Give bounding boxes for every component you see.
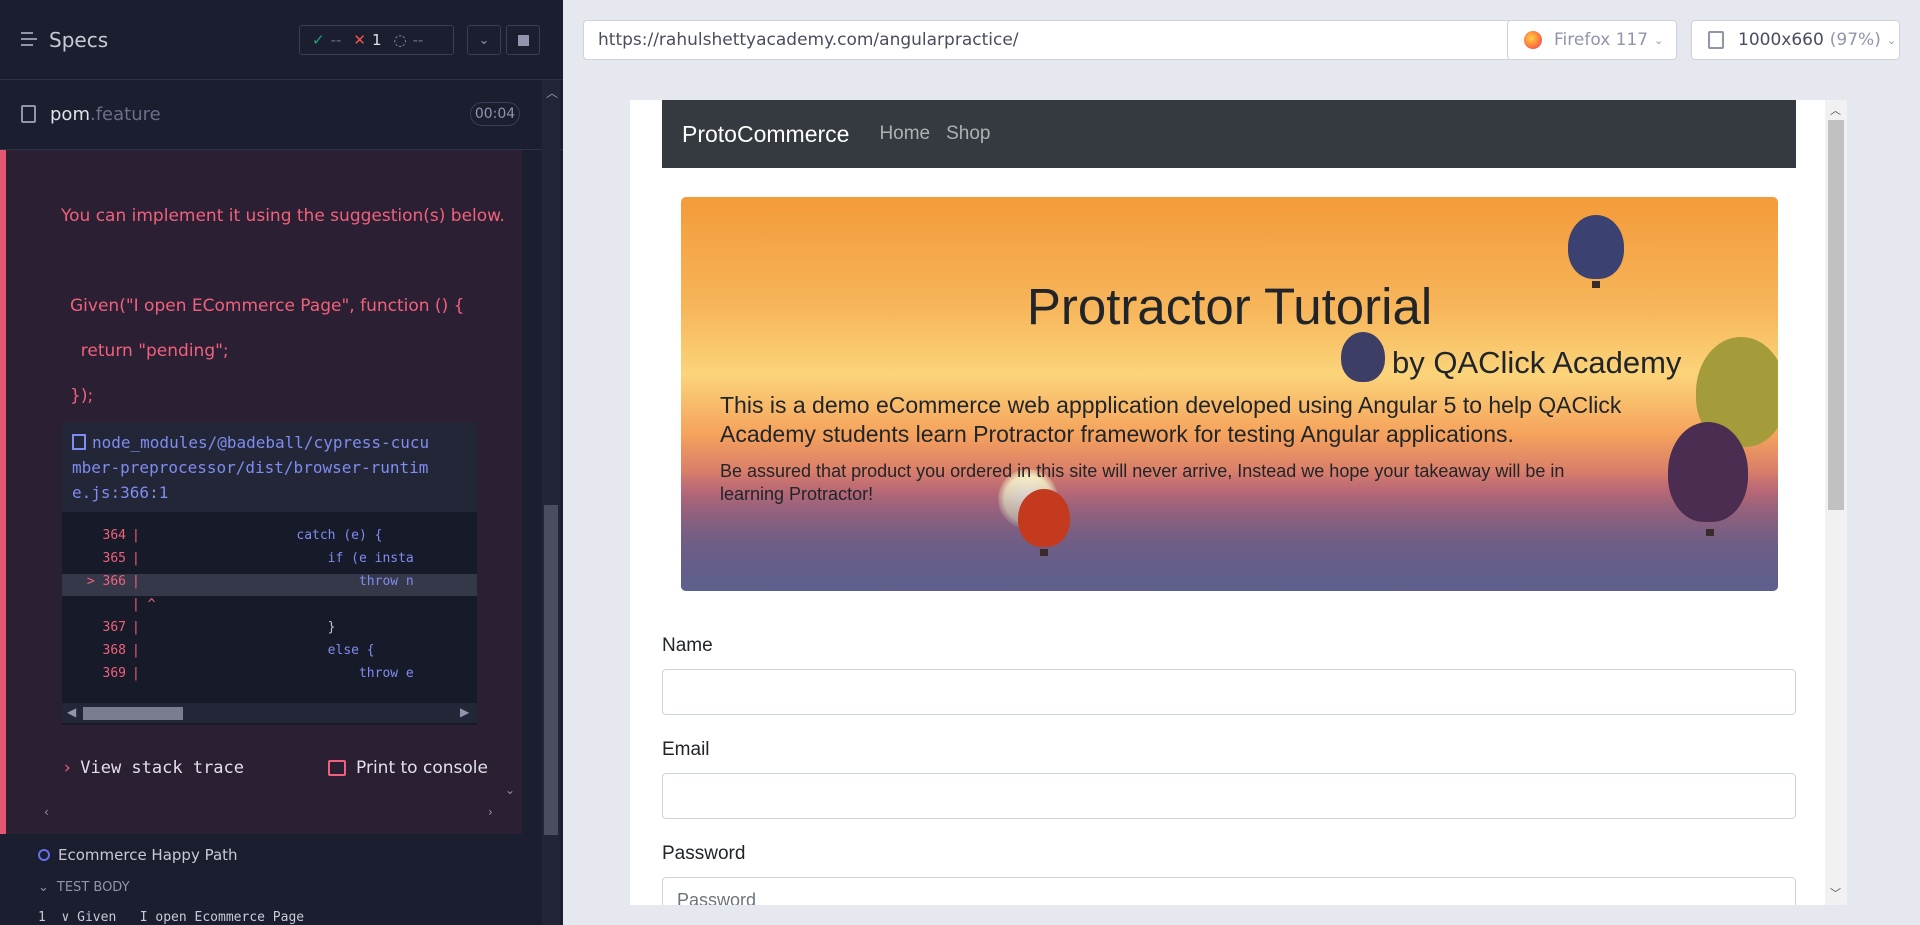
scroll-right-icon[interactable]: › xyxy=(488,805,493,819)
scroll-down-icon[interactable]: ⌄ xyxy=(505,783,515,797)
pending-icon: ◌ xyxy=(393,31,407,49)
code-frame: node_modules/@badeball/cypress-cucu mber… xyxy=(62,422,477,725)
viewport-icon xyxy=(1708,31,1724,49)
file-icon xyxy=(72,434,86,450)
chevron-down-icon: ⌄ xyxy=(1654,33,1664,47)
scroll-up-icon[interactable]: ︿ xyxy=(1830,102,1841,118)
name-input[interactable] xyxy=(662,669,1796,715)
scroll-down-icon[interactable]: ﹀ xyxy=(1830,885,1841,901)
aut-panel: https://rahulshettyacademy.com/angularpr… xyxy=(563,0,1920,925)
nav-shop-link[interactable]: Shop xyxy=(946,123,990,145)
hero-jumbotron: Protractor Tutorial by QAClick Academy T… xyxy=(681,197,1778,591)
snippet-line: return "pending"; xyxy=(70,341,229,361)
email-label: Email xyxy=(662,739,710,760)
test-body-toggle[interactable]: ⌄ TEST BODY xyxy=(38,880,130,895)
passed-stat: ✓ -- xyxy=(312,31,342,49)
hero-note: Be assured that product you ordered in t… xyxy=(720,461,1565,504)
terminal-icon xyxy=(328,760,346,776)
running-spinner-icon xyxy=(38,849,50,861)
specs-list-icon[interactable] xyxy=(21,32,39,46)
reporter-panel: Specs ✓ -- ✕ 1 ◌ -- ⌄ pom.feature 00:04 You… xyxy=(0,0,563,925)
scrollbar-thumb[interactable] xyxy=(544,505,558,835)
app-frame: ProtoCommerce Home Shop Protractor Tutor… xyxy=(630,100,1847,905)
stop-icon xyxy=(517,34,529,46)
test-title[interactable]: Ecommerce Happy Path xyxy=(38,846,238,864)
scrollbar-thumb[interactable] xyxy=(1828,120,1844,510)
balloon-image xyxy=(1568,215,1624,279)
code-line: 369 | throw e xyxy=(102,666,414,681)
error-suggestion: You can implement it using the suggestio… xyxy=(61,206,505,226)
code-frame-file-link[interactable]: node_modules/@badeball/cypress-cucu mber… xyxy=(62,422,477,512)
code-horizontal-scrollbar[interactable]: ◀ ▶ xyxy=(62,703,477,723)
app-vertical-scrollbar[interactable]: ︿ ﹀ xyxy=(1825,100,1847,905)
balloon-image xyxy=(1668,422,1748,522)
scroll-up-icon[interactable]: ︿ xyxy=(546,84,558,101)
spec-file-name[interactable]: pom.feature xyxy=(50,104,161,125)
scroll-right-icon[interactable]: ▶ xyxy=(460,705,469,719)
chevron-right-icon: › xyxy=(62,758,73,778)
chevron-down-button[interactable]: ⌄ xyxy=(467,25,501,55)
x-icon: ✕ xyxy=(353,31,366,49)
app-navbar: ProtoCommerce Home Shop xyxy=(662,100,1796,168)
firefox-icon xyxy=(1524,31,1542,49)
email-input[interactable] xyxy=(662,773,1796,819)
code-line-caret: | ^ xyxy=(132,597,156,612)
password-input[interactable]: Password xyxy=(662,877,1796,905)
view-stack-trace-button[interactable]: › View stack trace xyxy=(62,758,244,778)
browser-selector[interactable]: Firefox 117 ⌄ xyxy=(1507,20,1677,60)
scroll-left-icon[interactable]: ‹ xyxy=(44,805,49,819)
chevron-down-icon: ⌄ xyxy=(38,880,49,895)
password-label: Password xyxy=(662,843,746,864)
snippet-line: Given("I open ECommerce Page", function … xyxy=(70,296,465,316)
stop-button[interactable] xyxy=(506,25,540,55)
hero-lead: This is a demo eCommerce web appplicatio… xyxy=(720,392,1622,447)
name-label: Name xyxy=(662,635,713,656)
hero-title: Protractor Tutorial xyxy=(1026,278,1433,335)
chevron-down-icon: ⌄ xyxy=(1886,33,1897,47)
hero-subtitle: by QAClick Academy xyxy=(1392,345,1682,380)
code-line: 367 | } xyxy=(102,620,336,635)
code-line: 365 | if (e insta xyxy=(102,551,414,566)
viewport-info-button[interactable]: 1000x660 (97%) ⌄ xyxy=(1691,20,1900,60)
chevron-down-icon: ⌄ xyxy=(478,32,490,48)
balloon-image xyxy=(1341,332,1385,382)
command-step[interactable]: 1 ∨ Given I open Ecommerce Page xyxy=(38,910,304,925)
pending-stat: ◌ -- xyxy=(393,31,424,49)
specs-label[interactable]: Specs xyxy=(49,28,108,52)
scrollbar-thumb[interactable] xyxy=(83,707,183,720)
print-to-console-button[interactable]: Print to console xyxy=(328,758,488,778)
code-line: 368 | else { xyxy=(102,643,375,658)
code-line: 364 | catch (e) { xyxy=(102,528,383,543)
url-bar[interactable]: https://rahulshettyacademy.com/angularpr… xyxy=(583,20,1511,60)
scroll-left-icon[interactable]: ◀ xyxy=(67,705,76,719)
test-stats: ✓ -- ✕ 1 ◌ -- xyxy=(299,25,454,55)
failed-stat: ✕ 1 xyxy=(353,31,382,49)
reporter-vertical-scrollbar[interactable]: ︿ xyxy=(542,80,560,925)
nav-home-link[interactable]: Home xyxy=(879,123,930,145)
code-line-highlighted: > 366 | throw n xyxy=(62,574,477,596)
snippet-line: }); xyxy=(70,386,94,406)
spec-duration: 00:04 xyxy=(470,102,520,126)
check-icon: ✓ xyxy=(312,31,325,49)
brand-link[interactable]: ProtoCommerce xyxy=(682,121,849,148)
file-icon xyxy=(21,105,36,123)
cypress-runner: Specs ✓ -- ✕ 1 ◌ -- ⌄ pom.feature 00:04 You… xyxy=(0,0,1920,925)
